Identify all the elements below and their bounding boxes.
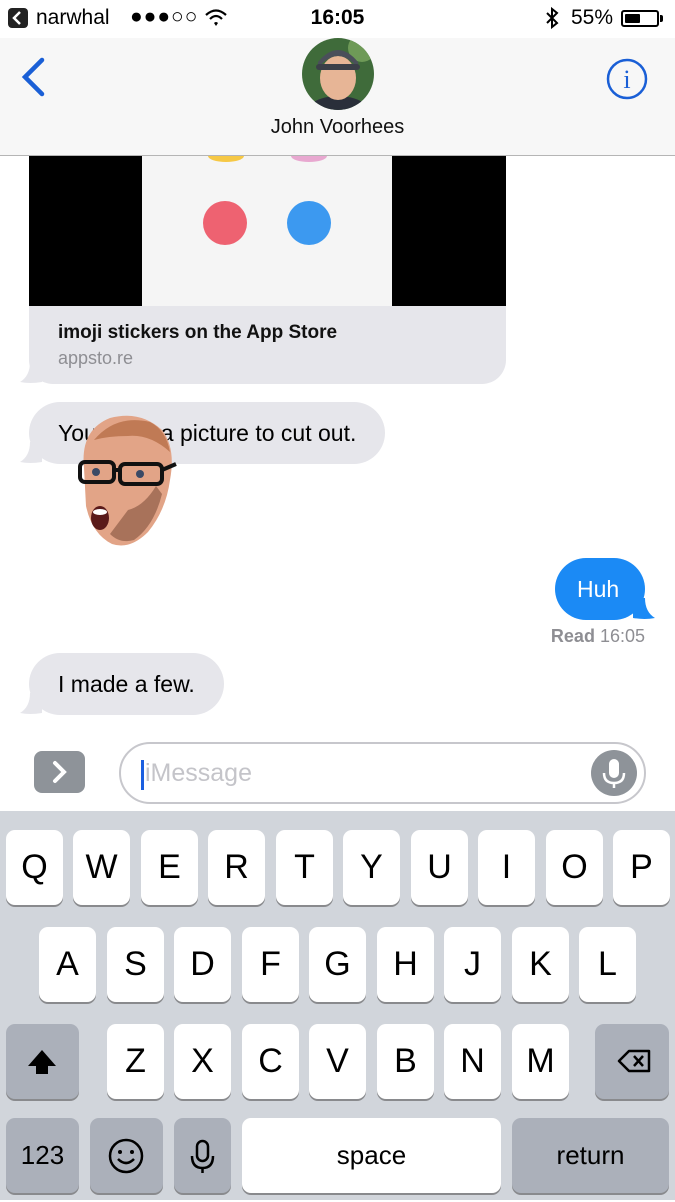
key-s[interactable]: S bbox=[107, 927, 164, 1002]
key-p[interactable]: P bbox=[613, 830, 670, 905]
contact-avatar[interactable] bbox=[302, 38, 374, 110]
contact-name[interactable]: John Voorhees bbox=[0, 116, 675, 139]
key-y[interactable]: Y bbox=[343, 830, 400, 905]
link-preview-card[interactable]: imoji stickers on the App Store appsto.r… bbox=[29, 306, 506, 384]
app-drawer-button[interactable] bbox=[34, 751, 85, 793]
chevron-right-icon bbox=[53, 761, 67, 783]
face-sticker[interactable] bbox=[70, 410, 180, 550]
microphone-icon bbox=[602, 759, 626, 788]
battery-percent: 55% bbox=[571, 6, 614, 29]
key-z[interactable]: Z bbox=[107, 1024, 164, 1099]
info-icon[interactable]: i bbox=[606, 58, 648, 105]
key-l[interactable]: L bbox=[579, 927, 636, 1002]
key-e[interactable]: E bbox=[141, 830, 198, 905]
message-input[interactable]: iMessage bbox=[119, 742, 646, 804]
return-key[interactable]: return bbox=[512, 1118, 669, 1193]
message-text: I made a few. bbox=[58, 671, 195, 697]
conversation-header: John Voorhees i bbox=[0, 38, 675, 156]
bubble-tail bbox=[20, 362, 42, 383]
chevron-left-icon[interactable] bbox=[18, 56, 48, 103]
battery-tip bbox=[660, 15, 663, 22]
keyboard: Q W E R T Y U I O P A S D F G H J K L Z … bbox=[0, 811, 675, 1200]
key-w[interactable]: W bbox=[73, 830, 130, 905]
text-cursor bbox=[141, 760, 144, 790]
read-label: Read bbox=[550, 626, 595, 646]
key-r[interactable]: R bbox=[208, 830, 265, 905]
incoming-message[interactable]: I made a few. bbox=[29, 653, 224, 715]
key-f[interactable]: F bbox=[242, 927, 299, 1002]
svg-text:i: i bbox=[623, 65, 630, 94]
key-h[interactable]: H bbox=[377, 927, 434, 1002]
shift-key[interactable] bbox=[6, 1024, 79, 1099]
bubble-tail bbox=[20, 693, 42, 714]
key-b[interactable]: B bbox=[377, 1024, 434, 1099]
dictation-key[interactable] bbox=[174, 1118, 231, 1193]
key-j[interactable]: J bbox=[444, 927, 501, 1002]
delete-key[interactable] bbox=[595, 1024, 669, 1099]
key-n[interactable]: N bbox=[444, 1024, 501, 1099]
key-a[interactable]: A bbox=[39, 927, 96, 1002]
key-c[interactable]: C bbox=[242, 1024, 299, 1099]
dictation-button[interactable] bbox=[591, 750, 637, 796]
key-k[interactable]: K bbox=[512, 927, 569, 1002]
link-title: imoji stickers on the App Store bbox=[58, 322, 338, 343]
numbers-key[interactable]: 123 bbox=[6, 1118, 79, 1193]
bubble-tail bbox=[20, 442, 42, 463]
key-m[interactable]: M bbox=[512, 1024, 569, 1099]
emoji-icon bbox=[108, 1138, 144, 1174]
microphone-icon bbox=[190, 1139, 215, 1173]
space-key[interactable]: space bbox=[242, 1118, 501, 1193]
link-domain: appsto.re bbox=[58, 348, 134, 368]
message-placeholder: iMessage bbox=[145, 759, 252, 787]
message-text: Huh bbox=[577, 576, 620, 602]
key-q[interactable]: Q bbox=[6, 830, 63, 905]
read-receipt: Read 16:05 bbox=[500, 626, 645, 647]
battery-icon bbox=[621, 10, 659, 27]
bluetooth-icon bbox=[543, 6, 561, 36]
emoji-key[interactable] bbox=[90, 1118, 163, 1193]
key-x[interactable]: X bbox=[174, 1024, 231, 1099]
status-bar: narwhal ●●●○○ 16:05 55% bbox=[0, 0, 675, 38]
key-d[interactable]: D bbox=[174, 927, 231, 1002]
key-u[interactable]: U bbox=[411, 830, 468, 905]
key-o[interactable]: O bbox=[546, 830, 603, 905]
key-g[interactable]: G bbox=[309, 927, 366, 1002]
bubble-tail bbox=[633, 598, 655, 619]
read-time: 16:05 bbox=[599, 626, 645, 646]
outgoing-message[interactable]: Huh bbox=[555, 558, 645, 620]
link-preview-image[interactable] bbox=[29, 156, 506, 306]
key-i[interactable]: I bbox=[478, 830, 535, 905]
key-t[interactable]: T bbox=[276, 830, 333, 905]
shift-icon bbox=[28, 1050, 56, 1074]
backspace-icon bbox=[617, 1049, 651, 1073]
key-v[interactable]: V bbox=[309, 1024, 366, 1099]
